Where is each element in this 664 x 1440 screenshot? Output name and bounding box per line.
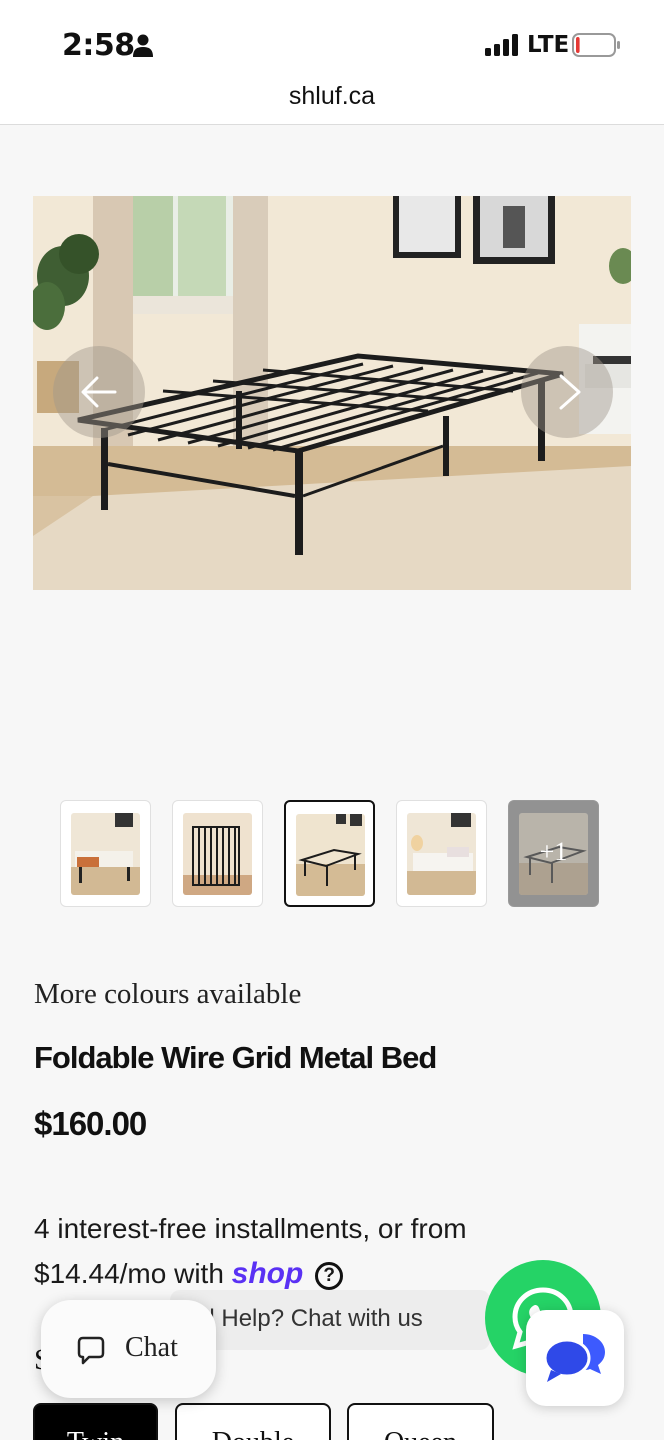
need-help-bubble[interactable]: ed Help? Chat with us: [170, 1290, 490, 1350]
battery-icon: [572, 33, 620, 57]
more-images-count: +1: [539, 837, 568, 866]
installments-suffix: /mo with: [119, 1258, 224, 1289]
size-option-twin[interactable]: Twin: [33, 1403, 158, 1440]
previous-image-button[interactable]: [53, 346, 145, 438]
address-bar[interactable]: shluf.ca: [0, 80, 664, 125]
product-title: Foldable Wire Grid Metal Bed: [34, 1040, 437, 1075]
installments-amount: $14.44: [34, 1258, 120, 1289]
shop-pay-logo[interactable]: shop: [232, 1257, 304, 1290]
thumbnail-3[interactable]: [284, 800, 375, 907]
installments-info: 4 interest-free installments, or from $1…: [34, 1206, 534, 1296]
thumbnail-image: [407, 813, 476, 895]
thumbnail-image: [183, 813, 252, 895]
product-price: $160.00: [34, 1105, 147, 1142]
chat-label: Chat: [125, 1332, 178, 1363]
status-time: 2:58: [62, 28, 135, 63]
size-option-double[interactable]: Double: [175, 1403, 331, 1440]
messenger-button[interactable]: [526, 1310, 624, 1406]
person-icon: [133, 34, 153, 57]
thumbnail-4[interactable]: [396, 800, 487, 907]
arrow-left-icon: [81, 376, 117, 408]
size-option-queen[interactable]: Queen: [347, 1403, 494, 1440]
next-image-button[interactable]: [521, 346, 613, 438]
info-question-icon[interactable]: ?: [315, 1261, 344, 1290]
chat-bubbles-icon: [543, 1334, 605, 1382]
signal-icon: [485, 34, 518, 56]
thumbnail-2[interactable]: [172, 800, 263, 907]
chat-button[interactable]: Chat: [41, 1300, 216, 1398]
thumbnail-image: [296, 814, 365, 896]
network-type: LTE: [527, 32, 570, 58]
url-text[interactable]: shluf.ca: [0, 80, 664, 112]
chevron-right-icon: [559, 374, 581, 410]
thumbnail-image: [71, 813, 140, 895]
thumbnail-1[interactable]: [60, 800, 151, 907]
installments-line1: 4 interest-free installments, or from: [34, 1213, 467, 1244]
thumbnail-strip: +1: [60, 800, 600, 908]
status-bar: 2:58 LTE: [0, 0, 664, 80]
product-main-image[interactable]: [33, 196, 631, 590]
thumbnail-more[interactable]: +1: [508, 800, 599, 907]
colours-note: More colours available: [34, 978, 302, 1010]
chat-bubble-icon: [77, 1336, 105, 1365]
